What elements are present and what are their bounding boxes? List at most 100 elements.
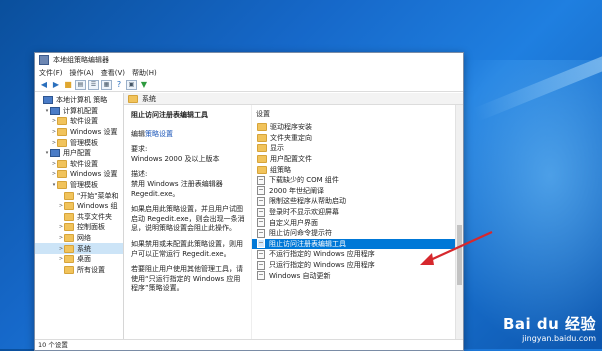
setting-row[interactable]: 2000 年世纪阐译 <box>252 186 463 197</box>
setting-label: 限制这些程序从帮助启动 <box>269 197 346 206</box>
tree-item[interactable]: > 软件设置 <box>35 116 123 127</box>
watermark: Bai du 经验 jingyan.baidu.com <box>503 313 596 343</box>
tree-item[interactable]: > Windows 设置 <box>35 127 123 138</box>
category-title: 系统 <box>142 94 156 103</box>
folder-icon <box>64 234 74 243</box>
menu-view[interactable]: 查看(V) <box>101 68 125 78</box>
folder-icon <box>64 223 74 232</box>
vertical-scrollbar[interactable] <box>455 105 463 340</box>
show-tree-icon[interactable]: ▤ <box>75 79 86 90</box>
setting-row[interactable]: 限制这些程序从帮助启动 <box>252 196 463 207</box>
tree-item[interactable]: > Windows 组 <box>35 201 123 212</box>
policy-node-icon <box>50 106 60 115</box>
tree-item[interactable]: ▾ 管理模板 <box>35 180 123 191</box>
edit-policy-line: 编辑策略设置 <box>131 130 247 140</box>
policy-setting-icon <box>257 175 265 185</box>
policy-title: 阻止访问注册表编辑工具 <box>131 111 208 119</box>
setting-label: 驱动程序安装 <box>270 123 312 132</box>
up-folder-icon[interactable]: ■ <box>63 80 73 89</box>
setting-row[interactable]: 驱动程序安装 <box>252 122 463 133</box>
list-view-icon[interactable]: ☰ <box>88 79 99 90</box>
setting-label: 阻止访问命令提示符 <box>269 229 332 238</box>
tree-item[interactable]: > Windows 设置 <box>35 169 123 180</box>
policy-setting-icon <box>257 196 265 206</box>
tree-item-label: 用户配置 <box>63 149 91 158</box>
tree-item-label: Windows 设置 <box>70 128 118 137</box>
setting-row[interactable]: 不运行指定的 Windows 应用程序 <box>252 249 463 260</box>
tree-item-label: 软件设置 <box>70 159 98 168</box>
back-arrow-icon[interactable]: ◀ <box>39 80 49 89</box>
tree-item[interactable]: ▾ 计算机配置 <box>35 106 123 117</box>
policy-description: 阻止访问注册表编辑工具 编辑策略设置 要求: Windows 2000 及以上版本… <box>124 105 252 340</box>
tree-item[interactable]: 共享文件夹 <box>35 212 123 223</box>
menu-bar: 文件(F) 操作(A) 查看(V) 帮助(H) <box>35 67 463 78</box>
policy-setting-icon <box>257 271 265 281</box>
setting-row[interactable]: 自定义用户界面 <box>252 217 463 228</box>
tree-item[interactable]: > 网络 <box>35 233 123 244</box>
description-block: 描述: 禁用 Windows 注册表编辑器 Regedit.exe。 <box>131 170 247 199</box>
setting-row[interactable]: 显示 <box>252 143 463 154</box>
tree-item[interactable]: > 控制面板 <box>35 222 123 233</box>
folder-icon <box>64 255 74 264</box>
folder-icon <box>257 123 267 132</box>
folder-icon <box>64 191 74 200</box>
tree-item[interactable]: > 系统 <box>35 243 123 254</box>
window-title: 本地组策略编辑器 <box>53 56 109 64</box>
setting-row[interactable]: 组策略 <box>252 164 463 175</box>
setting-label: Windows 自动更新 <box>269 271 331 280</box>
setting-row[interactable]: 文件夹重定向 <box>252 133 463 144</box>
setting-label: 文件夹重定向 <box>270 133 312 142</box>
tree-item-label: 管理模板 <box>70 138 98 147</box>
tree-item-label: 软件设置 <box>70 117 98 126</box>
folder-icon <box>64 265 74 274</box>
tree-item[interactable]: "开始"菜单和 <box>35 190 123 201</box>
filter-icon[interactable]: ▼ <box>139 80 149 89</box>
details-pane: 系统 阻止访问注册表编辑工具 编辑策略设置 要求: Windows 2000 及以… <box>124 93 463 340</box>
app-icon <box>39 55 49 65</box>
group-policy-editor-window: 本地组策略编辑器 文件(F) 操作(A) 查看(V) 帮助(H) ◀ ▶ ■ ▤… <box>34 52 464 351</box>
settings-column-header[interactable]: 设置 <box>252 109 463 118</box>
properties-icon[interactable]: ▣ <box>126 79 137 90</box>
folder-icon <box>57 170 67 179</box>
scrollbar-thumb[interactable] <box>457 225 462 285</box>
tree-item[interactable]: > 桌面 <box>35 254 123 265</box>
settings-list: 设置 驱动程序安装 文件夹重定向 显示 用户配置文件 组策略 下载缺少的 COM 组件 20… <box>252 105 463 340</box>
tree-item[interactable]: 所有设置 <box>35 265 123 276</box>
status-bar: 10 个设置 <box>35 339 463 350</box>
tree-item-label: 所有设置 <box>77 265 105 274</box>
folder-icon <box>57 159 67 168</box>
tree-item[interactable]: 本地计算机 策略 <box>35 95 123 106</box>
tree-item[interactable]: > 软件设置 <box>35 159 123 170</box>
export-icon[interactable]: ▦ <box>101 79 112 90</box>
menu-file[interactable]: 文件(F) <box>39 68 63 78</box>
description-label: 描述: <box>131 170 148 179</box>
menu-action[interactable]: 操作(A) <box>70 68 94 78</box>
folder-icon <box>64 202 74 211</box>
description-paragraph-1: 如果启用此策略设置，并且用户试图启动 Regedit.exe，则会出现一条消息，… <box>131 205 245 233</box>
policy-settings-link[interactable]: 策略设置 <box>145 130 173 138</box>
setting-label: 组策略 <box>270 165 291 174</box>
folder-icon <box>57 138 67 147</box>
setting-row[interactable]: 阻止访问注册表编辑工具 <box>252 238 463 250</box>
setting-label: 显示 <box>270 144 284 153</box>
setting-row[interactable]: 登录时不显示欢迎屏幕 <box>252 207 463 218</box>
content-panes: 阻止访问注册表编辑工具 编辑策略设置 要求: Windows 2000 及以上版本… <box>124 105 463 340</box>
setting-row[interactable]: 用户配置文件 <box>252 154 463 165</box>
tree-item-label: 计算机配置 <box>63 106 98 115</box>
requirements: 要求: Windows 2000 及以上版本 <box>131 145 247 164</box>
description-paragraph-3: 若要阻止用户使用其他管理工具，请使用“只运行指定的 Windows 应用程序”策… <box>131 265 243 293</box>
help-icon[interactable]: ? <box>114 80 124 89</box>
setting-row[interactable]: 只运行指定的 Windows 应用程序 <box>252 260 463 271</box>
tree-item[interactable]: ▾ 用户配置 <box>35 148 123 159</box>
tree-item[interactable]: > 管理模板 <box>35 137 123 148</box>
setting-row[interactable]: 阻止访问命令提示符 <box>252 228 463 239</box>
folder-icon <box>257 133 267 142</box>
forward-arrow-icon[interactable]: ▶ <box>51 80 61 89</box>
setting-row[interactable]: Windows 自动更新 <box>252 270 463 281</box>
tree-item-label: 本地计算机 策略 <box>56 96 108 105</box>
menu-help[interactable]: 帮助(H) <box>132 68 157 78</box>
title-bar: 本地组策略编辑器 <box>35 53 463 67</box>
setting-row[interactable]: 下载缺少的 COM 组件 <box>252 175 463 186</box>
tree-item-label: Windows 设置 <box>70 170 118 179</box>
setting-label: 登录时不显示欢迎屏幕 <box>269 208 339 217</box>
